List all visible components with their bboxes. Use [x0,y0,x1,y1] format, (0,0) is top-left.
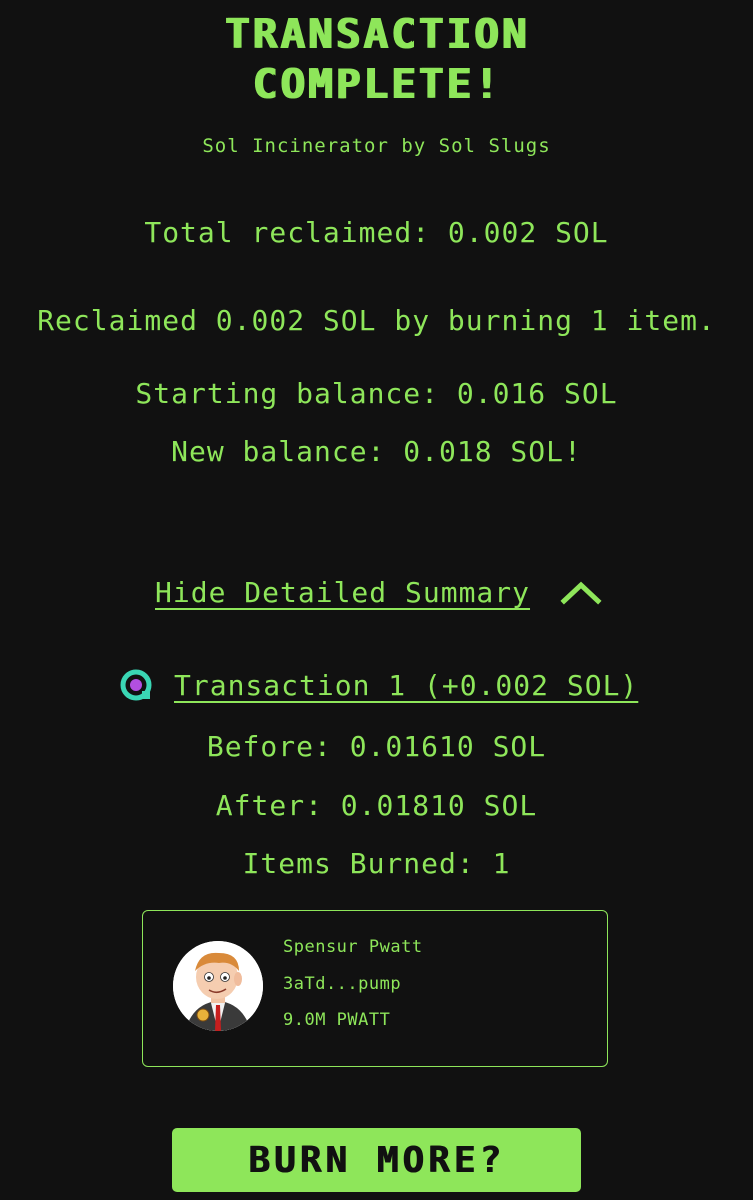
token-avatar-image [173,941,263,1031]
burned-token-card: Spensur Pwatt 3aTd...pump 9.0M PWATT [142,910,608,1067]
new-balance-text: New balance: 0.018 SOL! [171,435,582,468]
starting-balance-text: Starting balance: 0.016 SOL [135,377,618,410]
token-avatar [173,941,263,1031]
token-name: Spensur Pwatt [283,937,423,957]
transaction-link[interactable]: Transaction 1 (+0.002 SOL) [174,669,638,702]
balance-after-text: After: 0.01810 SOL [215,789,538,822]
items-burned-text: Items Burned: 1 [242,847,511,880]
transaction-row: Transaction 1 (+0.002 SOL) [120,662,638,708]
reclaimed-message: Reclaimed 0.002 SOL by burning 1 item. [37,304,716,337]
burn-more-button[interactable]: BURN MORE? [172,1128,581,1192]
chevron-up-icon [560,581,602,605]
page-title-line-2: COMPLETE! [251,60,502,108]
token-amount: 9.0M PWATT [283,1010,391,1030]
page-title-line-1: TRANSACTION [224,10,529,58]
token-mint-address: 3aTd...pump [283,974,402,994]
page-subtitle: Sol Incinerator by Sol Slugs [202,135,551,157]
toggle-label: Hide Detailed Summary [155,575,531,609]
hide-detailed-summary-toggle[interactable]: Hide Detailed Summary [155,570,602,614]
total-reclaimed-text: Total reclaimed: 0.002 SOL [144,216,609,249]
balance-before-text: Before: 0.01610 SOL [206,730,547,763]
explorer-icon[interactable] [120,669,152,701]
